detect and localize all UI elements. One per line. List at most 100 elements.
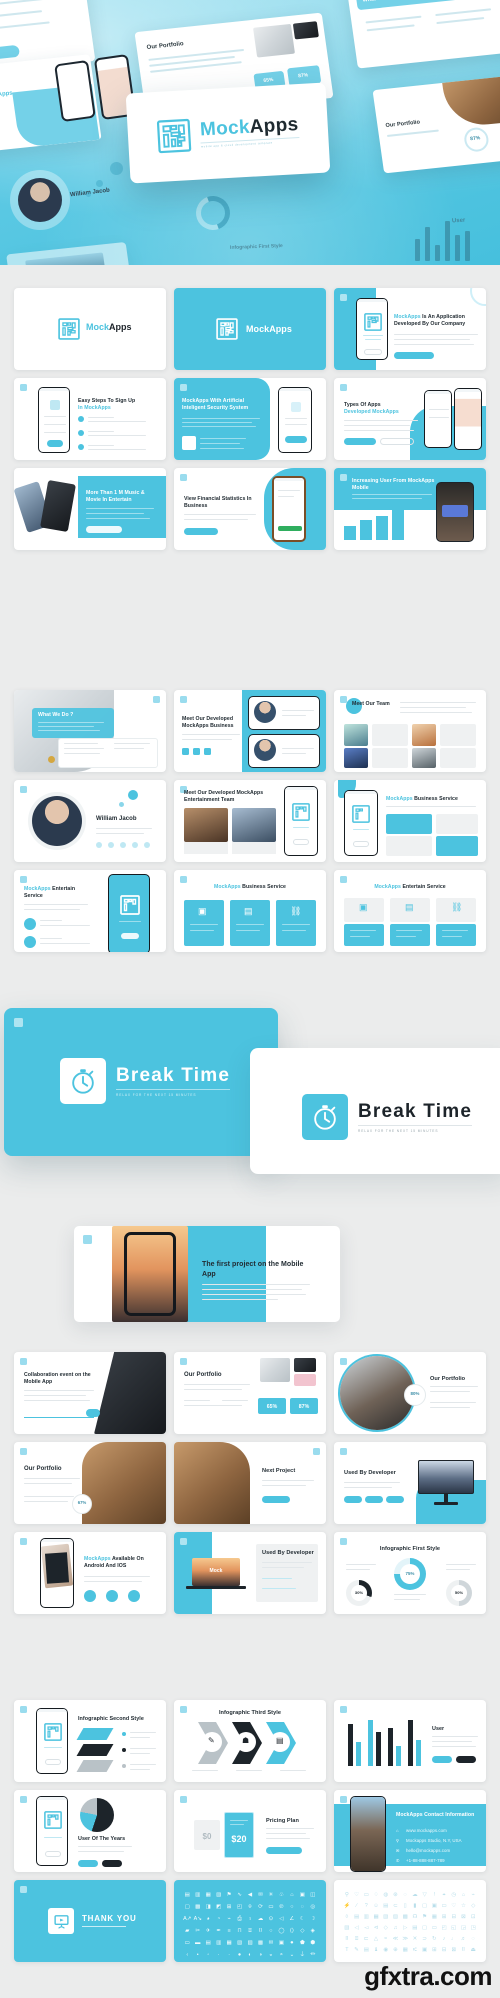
search-icon — [24, 918, 36, 930]
slide-contact[interactable]: MockApps Contact Information ⌂ www.mocka… — [334, 1790, 486, 1872]
facebook-icon[interactable] — [182, 748, 189, 755]
bar — [408, 1720, 413, 1766]
less-button[interactable] — [102, 1860, 122, 1867]
corner-marker-icon — [180, 1538, 187, 1545]
slide-portfolio-desk[interactable]: Our Portfolio 65% 87% — [174, 1352, 326, 1434]
slide-first-project-title: The first project on the Mobile App — [202, 1261, 304, 1278]
phone-mockup — [356, 298, 388, 360]
break-time-slide-white[interactable]: Break Time RELAX FOR THE NEXT 15 MINUTES — [250, 1048, 500, 1174]
slide-app-intro[interactable]: MockApps Is An Application Developed By … — [334, 288, 486, 370]
more-button[interactable] — [262, 1496, 290, 1503]
android-icon[interactable] — [84, 1590, 96, 1602]
slide-used-by-dev-monitor[interactable]: Used By Developer — [334, 1442, 486, 1524]
section-portfolio-slides: Collaboration event on the Mobile App Ou… — [0, 1352, 500, 1614]
slide-user-of-years[interactable]: User Of The Years — [14, 1790, 166, 1872]
slide-collaboration[interactable]: Collaboration event on the Mobile App — [14, 1352, 166, 1434]
circle-decor — [470, 288, 486, 306]
cta-button[interactable] — [86, 526, 122, 533]
go-button[interactable] — [86, 1409, 100, 1417]
slide-finance[interactable]: View Financial Statistics In Business — [174, 468, 326, 550]
icon-glyph: A↗ — [183, 1916, 192, 1923]
slide-available[interactable]: MockApps Available On Android And IOS — [14, 1532, 166, 1614]
linux-button[interactable] — [386, 1496, 404, 1503]
slide-what-we-do[interactable]: What We Do ? — [14, 690, 166, 772]
slide-business-service-phone[interactable]: MockApps Business Service — [334, 780, 486, 862]
instagram-icon[interactable] — [193, 748, 200, 755]
free-button[interactable] — [456, 1756, 476, 1763]
mockapps-logo-icon — [58, 318, 80, 345]
more-button[interactable] — [78, 1860, 98, 1867]
icon-glyph: ‹ — [186, 1952, 189, 1959]
slide-collaboration-title: Collaboration event on the Mobile App — [24, 1372, 91, 1385]
phone-mockup — [108, 874, 150, 952]
layer-top — [76, 1728, 114, 1740]
icon-glyph: ▦ — [431, 1913, 437, 1920]
break-time-slide-accent[interactable]: Break Time RELAX FOR THE NEXT 15 MINUTES — [4, 1008, 278, 1156]
learn-more-button[interactable] — [184, 528, 218, 535]
icon-glyph: ⊏ — [364, 1935, 369, 1942]
icon-glyph: ◦ — [207, 1952, 210, 1959]
avatar — [344, 724, 368, 746]
twitter-icon[interactable] — [96, 842, 102, 848]
slide-entertainment-team[interactable]: Meet Our Developed MockApps Entertainmen… — [174, 780, 326, 862]
slide-types[interactable]: Types Of Apps Developed MockApps — [334, 378, 486, 460]
slide-first-project[interactable]: The first project on the Mobile App — [74, 1226, 340, 1322]
portfolio-slides-grid: Collaboration event on the Mobile App Ou… — [0, 1352, 500, 1614]
icon-glyph: ≈ — [384, 1935, 388, 1942]
icon-glyph: ✈ — [205, 1928, 211, 1935]
icon-glyph: ▤ — [363, 1946, 369, 1953]
slide-entertain-service-3col[interactable]: MockApps Entertain Service ▣ ▤ ⛓ — [334, 870, 486, 952]
icon-glyph: ⏺ — [290, 1940, 294, 1947]
slide-portfolio-laptop[interactable]: Our Portfolio 67% — [14, 1442, 166, 1524]
stat-50: 50% — [454, 1590, 464, 1595]
icon-glyph: ☾ — [299, 1916, 305, 1923]
linkedin-icon[interactable] — [204, 748, 211, 755]
slide-profile[interactable]: William Jacob — [14, 780, 166, 862]
slide-used-by-dev-laptop-title: Used By Developer — [262, 1550, 314, 1556]
slide-users[interactable]: Increasing User From MockApps Mobile — [334, 468, 486, 550]
avatar — [32, 796, 82, 846]
slide-user-bars[interactable]: User — [334, 1700, 486, 1782]
slide-entertain-service[interactable]: MockApps Entertain Service — [14, 870, 166, 952]
slide-meet-business[interactable]: Meet Our Developed MockApps Business — [174, 690, 326, 772]
facebook-icon[interactable] — [108, 842, 114, 848]
icon-glyph: ◳ — [470, 1924, 476, 1931]
win-button[interactable] — [365, 1496, 383, 1503]
ios-button[interactable] — [380, 438, 414, 445]
android-button[interactable] — [344, 438, 376, 445]
mac-button[interactable] — [344, 1496, 362, 1503]
hero-label-our-portfolio: Our Portfolio — [146, 41, 185, 52]
slide-security[interactable]: MockApps With Artificial Inteligent Secu… — [174, 378, 326, 460]
choose-plan-button[interactable] — [266, 1847, 302, 1854]
slide-infographic-second[interactable]: Infographic Second Style — [14, 1700, 166, 1782]
icon-glyph: ✕ — [412, 1935, 418, 1942]
slide-icons-accent[interactable]: ▤ ▥ ▦ ▧ ⚑ ∿ ◀ ✉ ✳ ♧ ⌂ ▣ ◫ ▢ ▩ ◨ ◩ ⊞ ◰ ⌾ ⟳ ▭ ℗ ○ ◌ ◎ A↗ A↘ ◕ ◔ ⌁ ⎙ ♀ ☁ ⊙ ◁… — [174, 1880, 326, 1962]
windows-icon[interactable] — [128, 1590, 140, 1602]
slide-used-by-dev-laptop[interactable]: Mock Used By Developer — [174, 1532, 326, 1614]
icon-glyph: ▽ — [422, 1891, 427, 1898]
slide-logo-accent[interactable]: MockApps — [174, 288, 326, 370]
learn-more-button[interactable] — [394, 352, 434, 359]
icon-glyph: ♬ — [460, 1935, 467, 1942]
slide-infographic-third[interactable]: Infographic Third Style ✎ ☗ ▤ — [174, 1700, 326, 1782]
slide-next-project[interactable]: Next Project — [174, 1442, 326, 1524]
linkedin-icon[interactable] — [144, 842, 150, 848]
slide-infographic-first[interactable]: Infographic First Style 30% 75% 50% — [334, 1532, 486, 1614]
slide-signup[interactable]: Easy Steps To Sign Up In MockApps — [14, 378, 166, 460]
apple-icon[interactable] — [106, 1590, 118, 1602]
slide-meet-team[interactable]: Meet Our Team — [334, 690, 486, 772]
corner-marker-icon — [340, 1538, 347, 1545]
hero-stat-87: 87% — [297, 72, 309, 80]
slide-business-service-3col[interactable]: MockApps Business Service ▣ ▤ ⛓ — [174, 870, 326, 952]
icon-glyph: ⚲ — [344, 1891, 349, 1898]
slide-thank-you[interactable]: THANK YOU — [14, 1880, 166, 1962]
slide-pricing[interactable]: $0 $20 Pricing Plan — [174, 1790, 326, 1872]
slide-music[interactable]: More Than 1 M Music & Movie In Entertain — [14, 468, 166, 550]
slide-icons-white[interactable]: ⚲ ♡ ▭ ♢ ◍ ⊛ ◌ ☁ ▽! ⌖ ◷ ⌂ ⌁ ⚡ ∕? ☺ ▤ ⊂ ▯ ▮ ▢ ▣ ▭ ♡ ☆ ◇ ◊ ▤ ▥ ▦ ▧ ▨ ▩ ☊ ⚑ ▦… — [334, 1880, 486, 1962]
slide-logo-white[interactable]: MockApps — [14, 288, 166, 370]
icon-glyph: ◊ — [345, 1913, 349, 1920]
slide-portfolio-circle[interactable]: Our Portfolio 80% — [334, 1352, 486, 1434]
youtube-icon[interactable] — [132, 842, 138, 848]
instagram-icon[interactable] — [120, 842, 126, 848]
buy-button[interactable] — [432, 1756, 452, 1763]
